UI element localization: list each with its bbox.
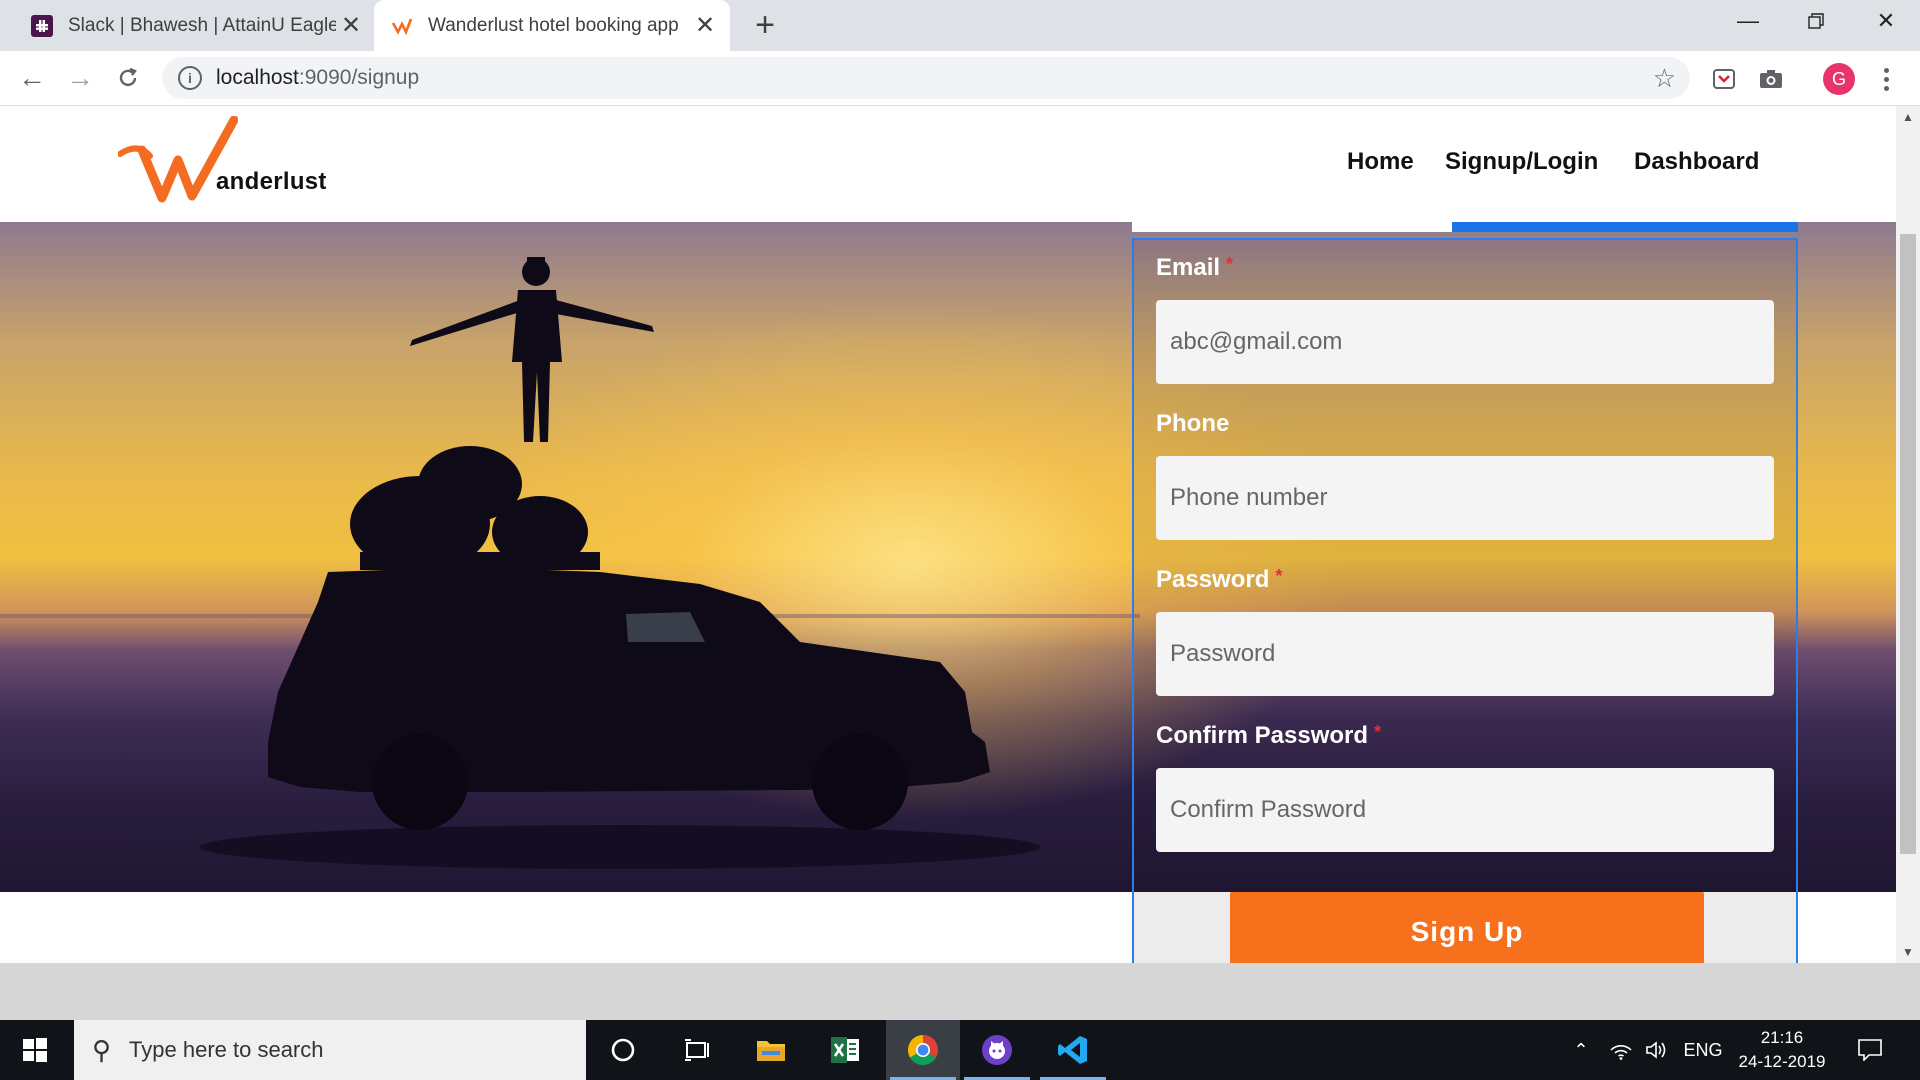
nav-link-dashboard[interactable]: Dashboard <box>1634 148 1759 176</box>
wanderlust-favicon-icon <box>390 14 414 38</box>
browser-tab-strip: Slack | Bhawesh | AttainU Eagle ✕ Wander… <box>0 0 1920 51</box>
confirm-password-field[interactable] <box>1156 768 1774 852</box>
wifi-icon[interactable] <box>1604 1020 1638 1080</box>
close-tab-icon[interactable]: ✕ <box>336 11 366 41</box>
tab-wanderlust[interactable]: Wanderlust hotel booking app ✕ <box>374 0 730 51</box>
minimize-icon[interactable]: — <box>1714 0 1782 42</box>
browser-menu-icon[interactable] <box>1876 63 1896 95</box>
language-indicator[interactable]: ENG <box>1678 1020 1728 1080</box>
card-active-tab-indicator <box>1452 222 1798 232</box>
restore-icon[interactable] <box>1782 0 1850 42</box>
clock-date: 24-12-2019 <box>1738 1052 1826 1071</box>
email-label: Email * <box>1156 254 1234 281</box>
camera-extension-icon[interactable] <box>1758 66 1784 92</box>
slack-icon <box>30 14 54 38</box>
wanderlust-logo[interactable]: anderlust <box>118 116 348 206</box>
close-tab-icon[interactable]: ✕ <box>690 11 720 41</box>
chrome-icon[interactable] <box>886 1020 960 1080</box>
tab-title: Slack | Bhawesh | AttainU Eagle <box>68 14 336 36</box>
email-field[interactable] <box>1156 300 1774 384</box>
site-header: anderlust Home Signup/Login Dashboard <box>0 106 1896 222</box>
volume-icon[interactable] <box>1640 1020 1674 1080</box>
address-bar[interactable]: i localhost:9090/signup ☆ <box>162 57 1690 99</box>
windows-start-icon[interactable] <box>0 1020 70 1080</box>
scroll-down-arrow-icon[interactable]: ▼ <box>1896 941 1920 963</box>
password-label: Password * <box>1156 566 1283 593</box>
confirm-password-label: Confirm Password * <box>1156 722 1382 749</box>
new-tab-icon[interactable]: + <box>748 6 782 44</box>
excel-icon[interactable] <box>808 1020 882 1080</box>
scrollbar-thumb[interactable] <box>1900 234 1916 854</box>
show-hidden-icons-chevron-icon[interactable]: ⌃ <box>1564 1020 1598 1080</box>
nav-link-signup-login[interactable]: Signup/Login <box>1445 148 1598 176</box>
tab-slack[interactable]: Slack | Bhawesh | AttainU Eagle ✕ <box>14 0 376 51</box>
reload-icon[interactable] <box>108 58 148 98</box>
password-field[interactable] <box>1156 612 1774 696</box>
search-placeholder: Type here to search <box>129 1037 324 1062</box>
sign-up-button[interactable]: Sign Up <box>1230 892 1704 963</box>
github-desktop-icon[interactable] <box>960 1020 1034 1080</box>
page-footer-area <box>0 963 1920 1020</box>
back-arrow-icon[interactable]: ← <box>12 58 52 98</box>
action-center-icon[interactable] <box>1850 1020 1890 1080</box>
forward-arrow-icon[interactable]: → <box>60 58 100 98</box>
system-clock[interactable]: 21:16 24-12-2019 <box>1730 1026 1834 1074</box>
page-viewport: anderlust Home Signup/Login Dashboard Em… <box>0 106 1920 963</box>
bookmark-star-icon[interactable]: ☆ <box>1653 63 1676 94</box>
browser-toolbar: ← → i localhost:9090/signup ☆ G <box>0 51 1920 106</box>
profile-avatar[interactable]: G <box>1823 63 1855 95</box>
signup-form: Email* Phone Password* Confirm Password*… <box>1132 238 1798 963</box>
pocket-extension-icon[interactable] <box>1711 66 1737 92</box>
file-explorer-icon[interactable] <box>734 1020 808 1080</box>
cortana-icon[interactable] <box>586 1020 660 1080</box>
logo-text: anderlust <box>216 168 327 195</box>
vscode-icon[interactable] <box>1036 1020 1110 1080</box>
search-icon: ⚲ <box>92 1034 112 1065</box>
taskbar-search-box[interactable]: ⚲ Type here to search <box>74 1020 586 1080</box>
task-view-icon[interactable] <box>660 1020 734 1080</box>
scroll-up-arrow-icon[interactable]: ▲ <box>1896 106 1920 128</box>
nav-link-home[interactable]: Home <box>1347 148 1414 176</box>
windows-taskbar: ⚲ Type here to search ⌃ ENG 21:16 24-12-… <box>0 1020 1920 1080</box>
tab-title: Wanderlust hotel booking app <box>428 14 679 36</box>
page-scrollbar[interactable]: ▲ ▼ <box>1896 106 1920 963</box>
clock-time: 21:16 <box>1760 1028 1804 1047</box>
phone-label: Phone <box>1156 410 1230 437</box>
site-info-icon[interactable]: i <box>178 66 202 90</box>
close-window-icon[interactable]: ✕ <box>1852 0 1920 42</box>
url-text: localhost:9090/signup <box>216 66 420 89</box>
phone-field[interactable] <box>1156 456 1774 540</box>
